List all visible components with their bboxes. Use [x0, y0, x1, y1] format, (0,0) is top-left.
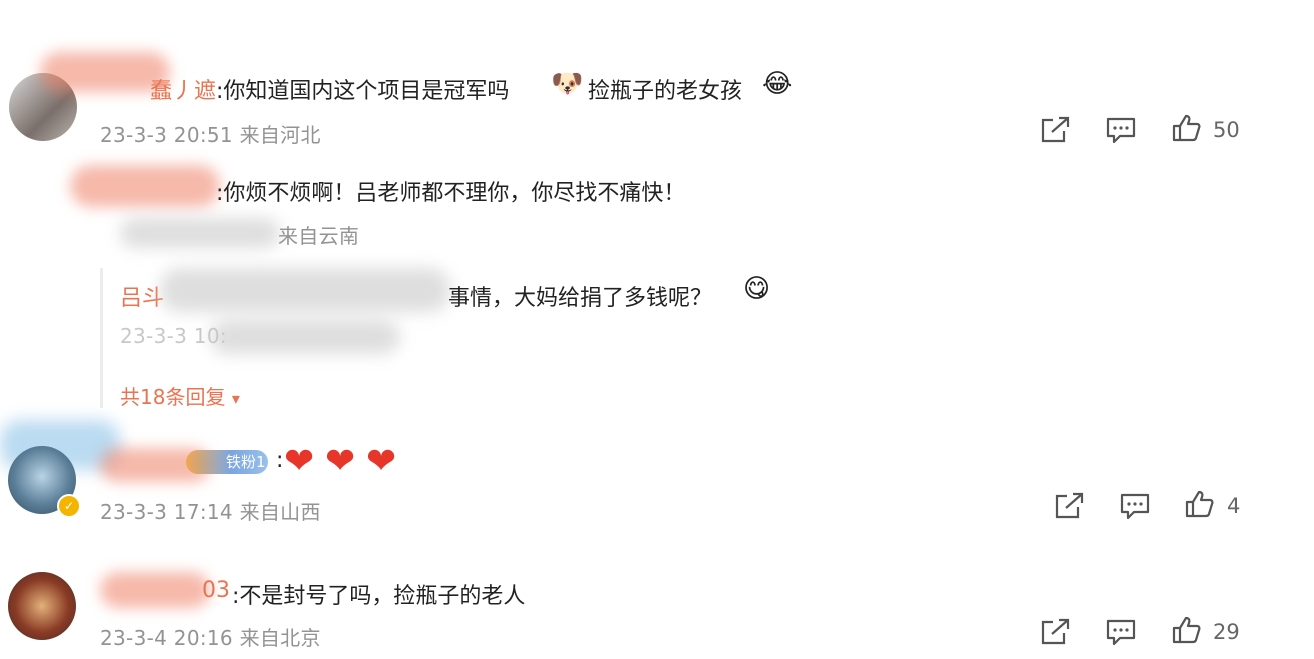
- like-count: 4: [1227, 494, 1241, 518]
- share-icon[interactable]: [1039, 116, 1071, 144]
- comment-text: :你知道国内这个项目是冠军吗: [216, 79, 510, 104]
- comment-icon[interactable]: [1105, 116, 1137, 144]
- fan-badge-label: 铁粉1: [226, 453, 266, 471]
- share-icon[interactable]: [1053, 492, 1085, 520]
- laughing-emoji-icon: 😂: [762, 69, 793, 99]
- like-count: 50: [1213, 118, 1240, 142]
- quote-bar: [100, 268, 103, 408]
- chevron-down-icon: ▾: [231, 389, 240, 408]
- comment-meta: 23-3-4 20:16 来自北京: [100, 626, 321, 650]
- share-icon[interactable]: [1039, 618, 1071, 646]
- reply-meta-redacted: [120, 218, 280, 248]
- username[interactable]: 蠢丿遮: [150, 73, 216, 105]
- like-count: 29: [1213, 620, 1240, 644]
- username-redacted: [100, 572, 210, 608]
- username[interactable]: 03: [202, 578, 230, 603]
- reply-username-redacted: [70, 165, 220, 207]
- quote-username[interactable]: 吕斗: [120, 280, 164, 312]
- verified-badge-icon: ✓: [57, 494, 81, 518]
- comment-meta: 23-3-3 20:51 来自河北: [100, 123, 321, 147]
- quote-text: 事情，大妈给捐了多钱呢？: [448, 286, 713, 311]
- comment-icon[interactable]: [1119, 492, 1151, 520]
- quote-text-redacted: [160, 268, 450, 312]
- more-replies-link[interactable]: 共18条回复 ▾: [120, 381, 240, 410]
- comment-meta: 23-3-3 17:14 来自山西: [100, 500, 321, 524]
- like-icon[interactable]: [1171, 113, 1201, 143]
- like-icon[interactable]: [1171, 615, 1201, 645]
- heart-icon: ❤: [366, 441, 397, 482]
- like-icon[interactable]: [1184, 489, 1214, 519]
- quote-meta-redacted: [210, 320, 400, 354]
- heart-icon: ❤: [325, 441, 356, 482]
- comment-icon[interactable]: [1105, 618, 1137, 646]
- comment-text-continued: 捡瓶子的老女孩: [588, 79, 743, 104]
- dog-emoji-icon: 🐶: [551, 69, 584, 99]
- reply-text: :你烦不烦啊！吕老师都不理你，你尽找不痛快！: [216, 181, 686, 206]
- avatar[interactable]: [8, 572, 76, 640]
- more-replies-label: 共18条回复: [120, 385, 226, 409]
- heart-icon: ❤: [284, 441, 315, 482]
- comment-text: :: [276, 448, 284, 473]
- reply-meta: 来自云南: [278, 224, 360, 248]
- yummy-emoji-icon: 😋: [743, 274, 771, 304]
- comment-text: :不是封号了吗，捡瓶子的老人: [232, 584, 526, 609]
